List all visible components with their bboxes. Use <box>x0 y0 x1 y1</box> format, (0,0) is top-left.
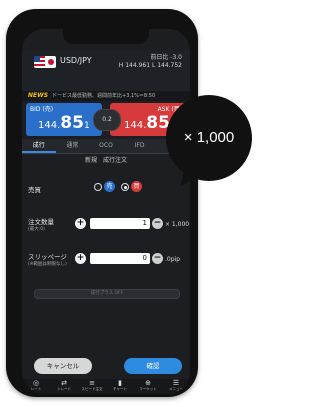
trade-icon: ⇄ <box>61 379 67 387</box>
slippage-label-text: スリッページ <box>28 253 67 261</box>
speed-order-icon: ≡ <box>89 379 95 387</box>
spread-badge: 0.2 <box>93 109 121 131</box>
news-ticker[interactable]: NEWS ドービス最低勤務、週間前年比+3.1%＝8:50 <box>22 91 190 101</box>
slippage-note: (※範囲は制限なし) <box>28 262 67 267</box>
slippage-label: スリッページ (※範囲は制限なし) <box>28 251 67 267</box>
sell-chip[interactable]: 売 <box>104 181 115 192</box>
cancel-button[interactable]: キャンセル <box>34 358 92 374</box>
nav-market[interactable]: ⊕ マーケット <box>134 379 162 394</box>
market-plus-toggle[interactable]: 成行プラス OFF <box>34 289 180 299</box>
nav-menu[interactable]: ☰ メニュー <box>162 379 190 394</box>
news-text: ドービス最低勤務、週間前年比+3.1%＝8:50 <box>52 93 156 99</box>
callout-bubble: × 1,000 <box>166 95 252 181</box>
bid-rate: 144.851 <box>38 113 90 133</box>
order-subtitle: 新規 成行注文 <box>22 155 190 167</box>
tab-ifd[interactable]: IFD <box>123 139 157 153</box>
order-type-tabs: 成行 通常 OCO IFD IFO <box>22 139 190 154</box>
buy-radio[interactable] <box>121 183 129 191</box>
new-order-label: 新規 <box>84 157 97 164</box>
quantity-unit: × 1,000 <box>165 221 190 228</box>
slippage-unit: .0pip <box>165 256 181 263</box>
quantity-minus-button[interactable]: − <box>152 218 163 229</box>
side-label: 売買 <box>28 186 41 194</box>
menu-icon: ☰ <box>172 379 180 387</box>
high-price: H 144.961 <box>118 62 151 69</box>
app-screen: USD/JPY 前日比 -3.0 H 144.961 L 144.752 NEW… <box>22 29 190 394</box>
nav-speed-order[interactable]: ≡ スピード注文 <box>78 379 106 394</box>
bid-label: BID (売) <box>30 106 54 113</box>
currency-pair[interactable]: USD/JPY <box>60 56 92 65</box>
tab-limit[interactable]: 通常 <box>56 139 90 153</box>
low-price: L 144.752 <box>151 62 182 69</box>
tab-oco[interactable]: OCO <box>89 139 123 153</box>
quantity-input[interactable]: 1 <box>90 218 150 229</box>
market-order-label: 成行注文 <box>103 157 128 164</box>
nav-rate[interactable]: ◎ レート <box>22 379 50 394</box>
news-tag: NEWS <box>28 92 49 99</box>
header: USD/JPY 前日比 -3.0 H 144.961 L 144.752 <box>22 51 190 91</box>
callout-text: × 1,000 <box>183 129 235 146</box>
sell-radio[interactable] <box>94 183 102 191</box>
price-stats: 前日比 -3.0 H 144.961 L 144.752 <box>119 54 182 70</box>
confirm-button[interactable]: 確認 <box>124 358 182 374</box>
quantity-label: 注文数量 (最大:0) <box>28 216 54 232</box>
prev-close-change: 前日比 -3.0 <box>150 54 182 61</box>
phone-notch <box>63 28 149 44</box>
phone-frame: USD/JPY 前日比 -3.0 H 144.961 L 144.752 NEW… <box>6 9 198 397</box>
market-icon: ⊕ <box>145 379 151 387</box>
quantity-max: (最大:0) <box>28 227 45 232</box>
chart-icon: ▮ <box>118 379 122 387</box>
rate-panel: BID (売) 144.851 0.2 ASK (買) 144.853 <box>22 101 190 139</box>
nav-trade[interactable]: ⇄ トレード <box>50 379 78 394</box>
bid-button[interactable]: BID (売) 144.851 <box>26 103 102 136</box>
currency-flag-icon <box>34 56 56 68</box>
buy-chip[interactable]: 買 <box>131 181 142 192</box>
rate-icon: ◎ <box>32 379 40 387</box>
bottom-nav: ◎ レート ⇄ トレード ≡ スピード注文 ▮ チャート ⊕ マーケット ☰ メニュー <box>22 379 190 394</box>
slippage-minus-button[interactable]: − <box>152 253 163 264</box>
slippage-plus-button[interactable]: + <box>75 253 86 264</box>
tab-market[interactable]: 成行 <box>22 139 56 153</box>
nav-chart[interactable]: ▮ チャート <box>106 379 134 394</box>
slippage-input[interactable]: 0 <box>90 253 150 264</box>
quantity-label-text: 注文数量 <box>28 218 54 226</box>
quantity-plus-button[interactable]: + <box>75 218 86 229</box>
